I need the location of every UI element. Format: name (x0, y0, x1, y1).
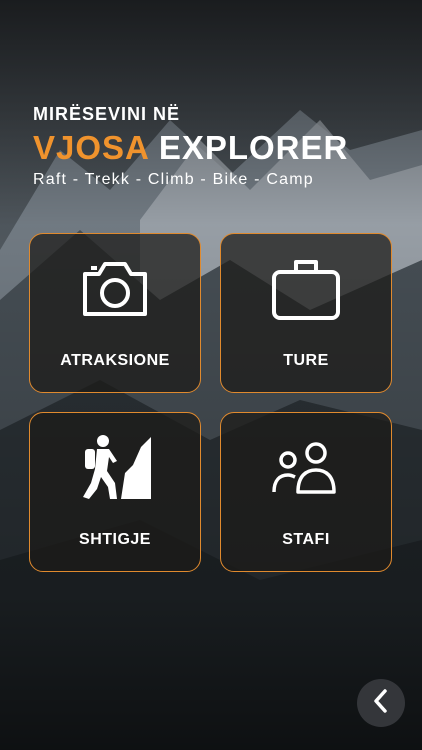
tours-label: TURE (283, 352, 329, 369)
people-icon (270, 433, 342, 503)
welcome-text: MIRËSEVINI NË (33, 104, 181, 124)
hiker-icon (79, 433, 151, 503)
trails-tile[interactable]: SHTIGJE (29, 412, 201, 572)
app-title-rest: EXPLORER (148, 129, 349, 166)
attractions-tile[interactable]: ATRAKSIONE (29, 233, 201, 393)
trails-label: SHTIGJE (79, 531, 151, 548)
staff-tile[interactable]: STAFI (220, 412, 392, 572)
briefcase-icon (270, 254, 342, 324)
app-title-accent: VJOSA (33, 129, 149, 166)
staff-label: STAFI (282, 531, 330, 548)
app-title: VJOSA EXPLORER (33, 129, 348, 167)
tagline: Raft - Trekk - Climb - Bike - Camp (33, 171, 314, 188)
back-button[interactable] (357, 679, 405, 727)
chevron-left-icon (373, 688, 389, 719)
camera-icon (79, 254, 151, 324)
tours-tile[interactable]: TURE (220, 233, 392, 393)
attractions-label: ATRAKSIONE (60, 352, 170, 369)
welcome-header: MIRËSEVINI NË VJOSA EXPLORER Raft - Trek… (33, 104, 348, 189)
